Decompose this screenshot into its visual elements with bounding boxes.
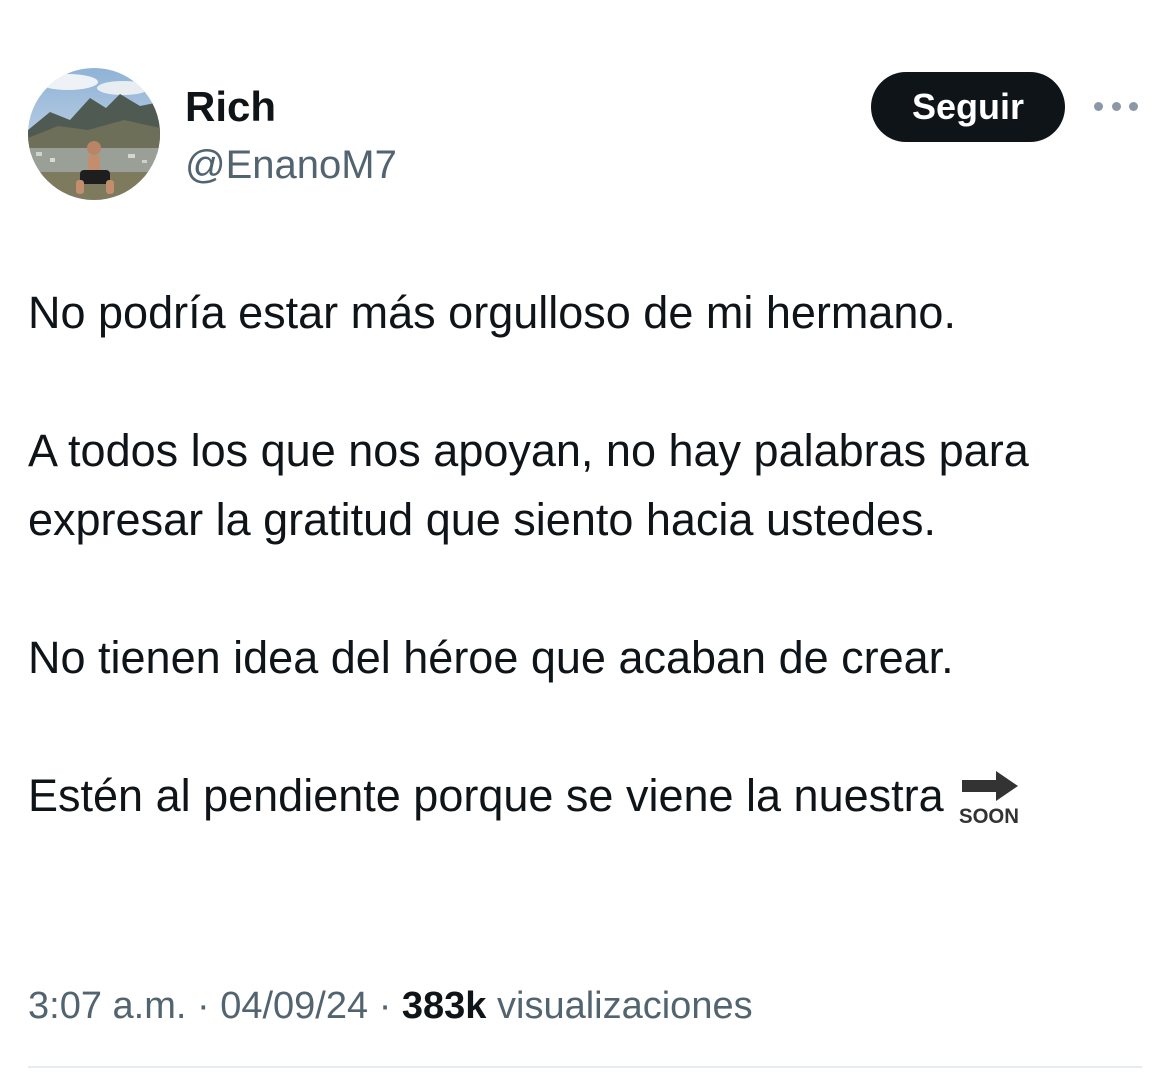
author-handle[interactable]: @EnanoM7 [185,140,397,190]
soon-arrow-emoji-icon: SOON [956,769,1022,844]
avatar-photo [28,68,160,200]
divider [28,1066,1142,1068]
tweet-paragraph: No podría estar más orgulloso de mi herm… [28,287,956,338]
tweet-paragraph: No tienen idea del héroe que acaban de c… [28,632,954,683]
avatar[interactable] [28,68,160,200]
author-display-name[interactable]: Rich [185,82,397,132]
tweet-header: Rich @EnanoM7 Seguir [28,68,1148,202]
follow-button[interactable]: Seguir [871,72,1065,142]
more-options-icon[interactable] [1094,98,1138,114]
tweet-text: No podría estar más orgulloso de mi herm… [28,278,1148,844]
tweet-time[interactable]: 3:07 a.m. [28,985,186,1027]
tweet-meta: 3:07 a.m. · 04/09/24 · 383k visualizacio… [28,982,753,1030]
tweet-paragraph-last: Estén al pendiente porque se viene la nu… [28,761,1148,844]
more-dot [1129,101,1138,111]
meta-separator: · [196,985,210,1027]
more-dot [1094,101,1103,111]
more-dot [1111,101,1121,111]
views-count: 383k [401,985,487,1027]
tweet-paragraph: A todos los que nos apoyan, no hay palab… [28,425,1029,545]
views-label: visualizaciones [497,985,753,1027]
author-names: Rich @EnanoM7 [185,82,397,190]
soon-emoji-text: SOON [959,805,1019,825]
meta-separator: · [378,985,392,1027]
tweet-paragraph-text: Estén al pendiente porque se viene la nu… [28,770,944,821]
tweet-date[interactable]: 04/09/24 [220,985,368,1027]
